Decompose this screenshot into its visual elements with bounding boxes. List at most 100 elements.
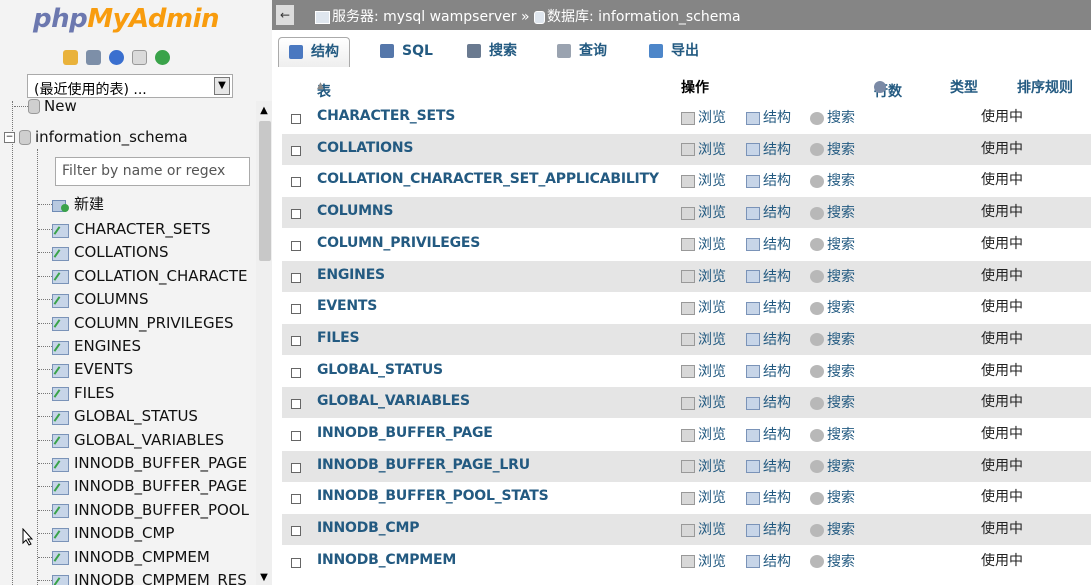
header-type[interactable]: 类型 bbox=[950, 77, 978, 97]
scrollbar-thumb[interactable] bbox=[259, 121, 271, 261]
search-action-link[interactable]: 搜索 bbox=[810, 139, 855, 159]
tree-item-table[interactable]: COLLATION_CHARACTE bbox=[38, 265, 248, 287]
table-name-link[interactable]: FILES bbox=[317, 330, 360, 346]
row-checkbox[interactable] bbox=[291, 304, 301, 315]
row-checkbox[interactable] bbox=[291, 114, 301, 124]
structure-action-link[interactable]: 结构 bbox=[746, 519, 791, 539]
structure-action-link[interactable]: 结构 bbox=[746, 234, 791, 254]
tree-item-new-database[interactable]: New bbox=[14, 95, 77, 117]
tree-item-information-schema[interactable]: − information_schema bbox=[4, 126, 188, 148]
row-checkbox[interactable] bbox=[291, 526, 301, 537]
scroll-up-icon[interactable]: ▲ bbox=[256, 103, 272, 119]
structure-action-link[interactable]: 结构 bbox=[746, 456, 791, 476]
browse-action-link[interactable]: 浏览 bbox=[681, 487, 726, 507]
search-action-link[interactable]: 搜索 bbox=[810, 456, 855, 476]
row-checkbox[interactable] bbox=[291, 431, 301, 441]
structure-action-link[interactable]: 结构 bbox=[746, 329, 791, 349]
browse-action-link[interactable]: 浏览 bbox=[681, 392, 726, 412]
browse-action-link[interactable]: 浏览 bbox=[681, 329, 726, 349]
search-action-link[interactable]: 搜索 bbox=[810, 329, 855, 349]
tree-item-table[interactable]: GLOBAL_VARIABLES bbox=[38, 429, 224, 451]
row-checkbox[interactable] bbox=[291, 462, 301, 473]
structure-action-link[interactable]: 结构 bbox=[746, 139, 791, 159]
tab-search[interactable]: 搜索 bbox=[457, 37, 527, 67]
tree-item-table[interactable]: INNODB_BUFFER_PAGE bbox=[38, 452, 247, 474]
table-name-link[interactable]: CHARACTER_SETS bbox=[317, 108, 455, 124]
table-name-link[interactable]: COLUMNS bbox=[317, 203, 394, 219]
tree-item-table[interactable]: EVENTS bbox=[38, 358, 133, 380]
home-icon[interactable] bbox=[63, 50, 78, 65]
reload-icon[interactable] bbox=[155, 50, 170, 65]
browse-action-link[interactable]: 浏览 bbox=[681, 107, 726, 127]
scroll-down-icon[interactable]: ▼ bbox=[256, 570, 272, 585]
search-action-link[interactable]: 搜索 bbox=[810, 424, 855, 444]
tree-item-table[interactable]: COLLATIONS bbox=[38, 241, 169, 263]
table-name-link[interactable]: COLLATION_CHARACTER_SET_APPLICABILITY bbox=[317, 171, 659, 187]
browse-action-link[interactable]: 浏览 bbox=[681, 170, 726, 190]
search-action-link[interactable]: 搜索 bbox=[810, 551, 855, 571]
table-name-link[interactable]: INNODB_CMPMEM bbox=[317, 552, 456, 568]
row-checkbox[interactable] bbox=[291, 557, 301, 568]
tab-sql[interactable]: SQL bbox=[370, 37, 443, 67]
collapse-icon[interactable]: − bbox=[4, 132, 15, 143]
row-checkbox[interactable] bbox=[291, 145, 301, 156]
search-action-link[interactable]: 搜索 bbox=[810, 234, 855, 254]
table-name-link[interactable]: COLUMN_PRIVILEGES bbox=[317, 235, 480, 251]
browse-action-link[interactable]: 浏览 bbox=[681, 456, 726, 476]
row-checkbox[interactable] bbox=[291, 399, 301, 410]
browse-action-link[interactable]: 浏览 bbox=[681, 234, 726, 254]
tree-item-table[interactable]: COLUMNS bbox=[38, 288, 149, 310]
structure-action-link[interactable]: 结构 bbox=[746, 297, 791, 317]
search-action-link[interactable]: 搜索 bbox=[810, 487, 855, 507]
help-icon[interactable] bbox=[109, 50, 124, 65]
table-name-link[interactable]: EVENTS bbox=[317, 298, 377, 314]
tree-item-table[interactable]: GLOBAL_STATUS bbox=[38, 405, 198, 427]
table-name-link[interactable]: INNODB_BUFFER_PAGE_LRU bbox=[317, 457, 530, 473]
browse-action-link[interactable]: 浏览 bbox=[681, 361, 726, 381]
table-name-link[interactable]: GLOBAL_VARIABLES bbox=[317, 393, 470, 409]
browse-action-link[interactable]: 浏览 bbox=[681, 297, 726, 317]
table-name-link[interactable]: INNODB_BUFFER_PAGE bbox=[317, 425, 493, 441]
logout-icon[interactable] bbox=[86, 50, 101, 65]
table-name-link[interactable]: INNODB_CMP bbox=[317, 520, 420, 536]
search-action-link[interactable]: 搜索 bbox=[810, 202, 855, 222]
table-name-link[interactable]: ENGINES bbox=[317, 267, 385, 283]
table-name-link[interactable]: COLLATIONS bbox=[317, 140, 413, 156]
structure-action-link[interactable]: 结构 bbox=[746, 266, 791, 286]
table-name-link[interactable]: INNODB_BUFFER_POOL_STATS bbox=[317, 488, 549, 504]
search-action-link[interactable]: 搜索 bbox=[810, 392, 855, 412]
browse-action-link[interactable]: 浏览 bbox=[681, 266, 726, 286]
breadcrumb-database[interactable]: 数据库: information_schema bbox=[547, 9, 741, 25]
browse-action-link[interactable]: 浏览 bbox=[681, 519, 726, 539]
tree-item-new-table[interactable]: 新建 bbox=[38, 193, 104, 215]
collapse-nav-button[interactable]: ← bbox=[276, 5, 294, 25]
row-checkbox[interactable] bbox=[291, 177, 301, 188]
browse-action-link[interactable]: 浏览 bbox=[681, 139, 726, 159]
structure-action-link[interactable]: 结构 bbox=[746, 487, 791, 507]
row-checkbox[interactable] bbox=[291, 240, 301, 251]
search-action-link[interactable]: 搜索 bbox=[810, 107, 855, 127]
search-action-link[interactable]: 搜索 bbox=[810, 266, 855, 286]
docs-icon[interactable] bbox=[132, 50, 147, 65]
filter-tables-input[interactable]: Filter by name or regex bbox=[55, 157, 250, 186]
search-action-link[interactable]: 搜索 bbox=[810, 170, 855, 190]
tree-item-table[interactable]: INNODB_CMPMEM bbox=[38, 546, 210, 568]
search-action-link[interactable]: 搜索 bbox=[810, 297, 855, 317]
help-icon[interactable] bbox=[874, 81, 886, 93]
row-checkbox[interactable] bbox=[291, 209, 301, 220]
row-checkbox[interactable] bbox=[291, 272, 301, 283]
structure-action-link[interactable]: 结构 bbox=[746, 170, 791, 190]
row-checkbox[interactable] bbox=[291, 494, 301, 505]
structure-action-link[interactable]: 结构 bbox=[746, 551, 791, 571]
search-action-link[interactable]: 搜索 bbox=[810, 361, 855, 381]
structure-action-link[interactable]: 结构 bbox=[746, 392, 791, 412]
phpmyadmin-logo[interactable]: phpMyAdmin bbox=[33, 4, 220, 34]
row-checkbox[interactable] bbox=[291, 367, 301, 378]
browse-action-link[interactable]: 浏览 bbox=[681, 202, 726, 222]
structure-action-link[interactable]: 结构 bbox=[746, 424, 791, 444]
tab-export[interactable]: 导出 bbox=[639, 37, 709, 67]
tab-query[interactable]: 查询 bbox=[547, 37, 617, 67]
tree-item-table[interactable]: FILES bbox=[38, 382, 114, 404]
row-checkbox[interactable] bbox=[291, 335, 301, 346]
tree-item-table[interactable]: INNODB_CMP bbox=[38, 522, 174, 544]
